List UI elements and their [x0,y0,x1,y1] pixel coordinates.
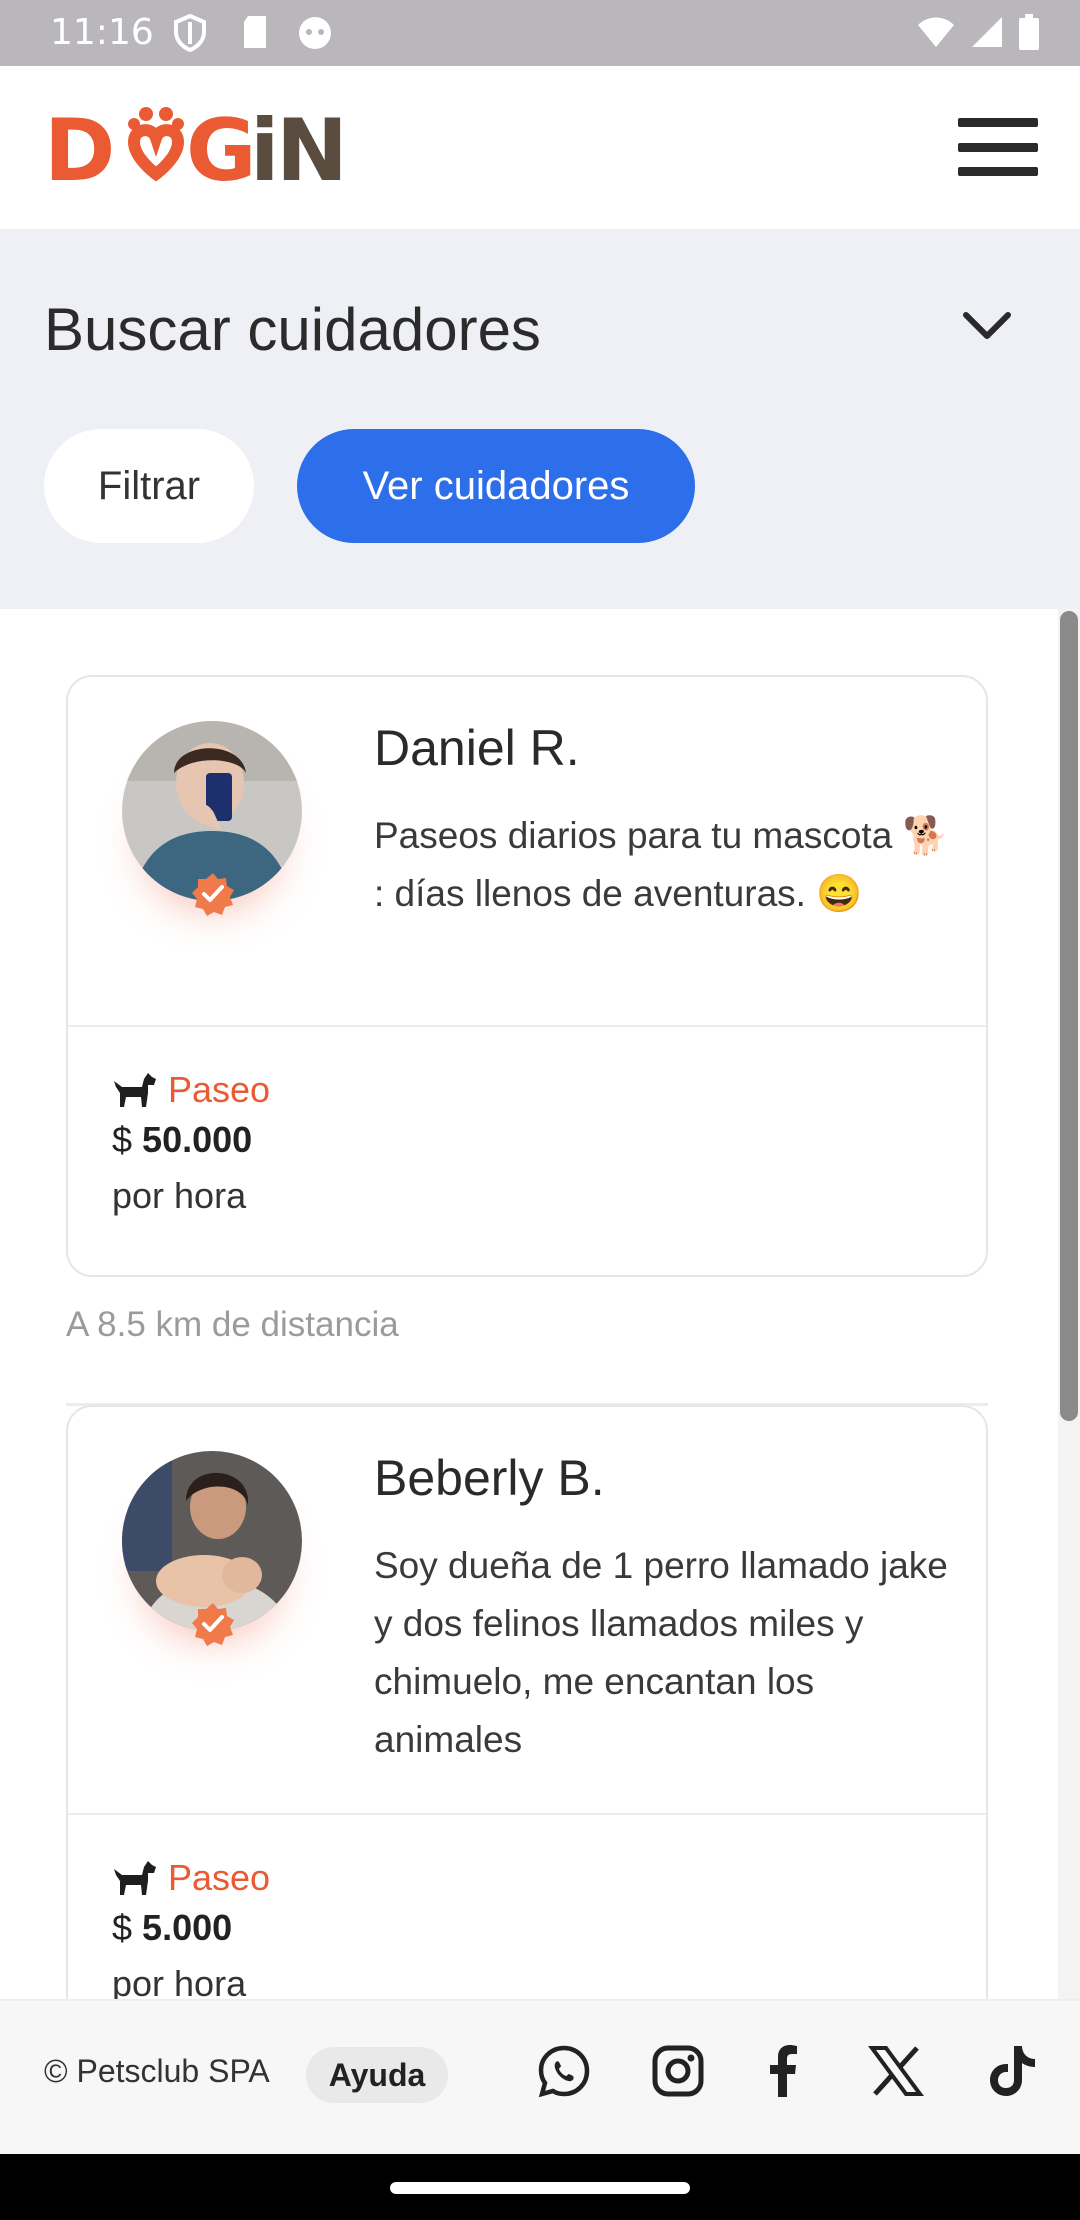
caregiver-name: Daniel R. [374,720,580,776]
caregiver-card[interactable]: Daniel R. Paseos diarios para tu mascota… [66,675,988,1277]
battery-icon [1019,14,1039,50]
svg-text:N: N [276,101,344,188]
hamburger-menu-icon[interactable] [958,118,1038,176]
wifi-icon [918,17,954,47]
tiktok-icon[interactable] [984,2043,1040,2099]
facebook-icon[interactable] [756,2043,812,2099]
service-info: Paseo $ 5.000 por hora [112,1857,270,1999]
price-unit: por hora [112,1175,247,1216]
status-time: 11:16 [50,12,154,53]
footer: © Petsclub SPA Ayuda [0,1999,1080,2154]
page-title: Buscar cuidadores [44,296,541,363]
status-bar: 11:16 [0,0,1080,66]
app-notification-icon [299,17,331,49]
filter-button[interactable]: Filtrar [44,429,254,543]
copyright-text: © Petsclub SPA [44,2053,270,2089]
view-caregivers-button[interactable]: Ver cuidadores [297,429,695,543]
price: $ 5.000 [112,1907,233,1948]
caregiver-card[interactable]: Beberly B. Soy dueña de 1 perro llamado … [66,1405,988,1999]
svg-text:G: G [186,101,258,188]
caregiver-description: Paseos diarios para tu mascota 🐕 : días … [374,815,949,914]
distance-text: A 8.5 km de distancia [66,1305,399,1344]
scrollbar[interactable] [1058,609,1080,1999]
avatar [122,1451,302,1646]
app-header: D G i N [0,66,1080,229]
caregiver-description: Soy dueña de 1 perro llamado jake y dos … [374,1545,948,1760]
whatsapp-icon[interactable] [536,2043,592,2099]
svg-text:D: D [44,101,116,188]
search-section: Buscar cuidadores Filtrar Ver cuidadores [0,229,1080,609]
card-divider [68,1025,986,1027]
price-value: 5.000 [142,1907,233,1948]
help-button[interactable]: Ayuda [306,2047,448,2103]
sd-card-icon [244,16,266,48]
scrollbar-thumb[interactable] [1060,611,1078,1421]
caregiver-list: Daniel R. Paseos diarios para tu mascota… [0,609,1080,1999]
chevron-down-icon[interactable] [962,305,1012,345]
dog-icon [114,1073,156,1107]
system-nav-bar [0,2154,1080,2220]
signal-icon [972,17,1002,47]
service-label: Paseo [168,1857,271,1898]
price-unit: por hora [112,1963,247,1999]
dogin-logo[interactable]: D G i N [44,101,344,188]
verified-badge-icon [192,873,234,916]
home-gesture-handle[interactable] [390,2182,690,2194]
instagram-icon[interactable] [650,2043,706,2099]
price-value: 50.000 [142,1119,253,1160]
card-divider [68,1813,986,1815]
service-label: Paseo [168,1069,271,1110]
avatar [122,721,302,916]
service-info: Paseo $ 50.000 por hora [112,1069,270,1217]
logo-image: D G i N [44,101,344,188]
shield-icon [174,14,206,52]
caregiver-name: Beberly B. [374,1450,605,1506]
dog-icon [114,1861,156,1895]
verified-badge-icon [192,1603,234,1646]
price: $ 50.000 [112,1119,253,1160]
x-icon[interactable] [868,2043,924,2099]
